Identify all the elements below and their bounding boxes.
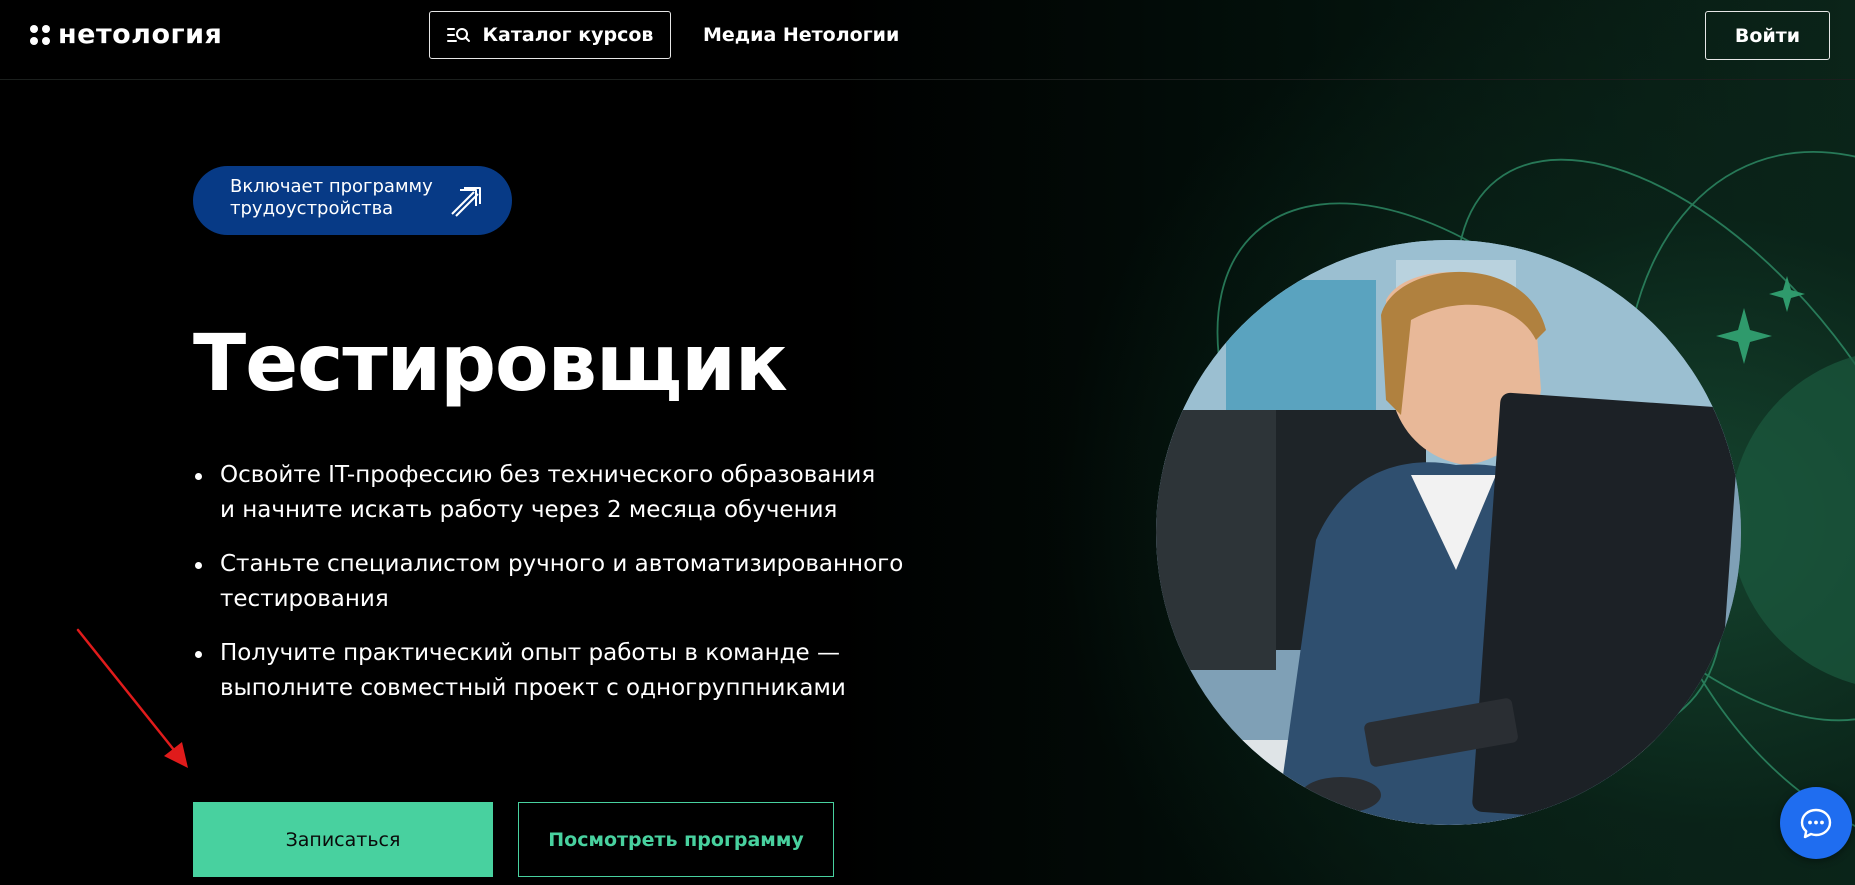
list-item: Освойте IT-профессию без технического об… [193, 458, 933, 528]
site-header: нетология Каталог курсов Медиа Нетологии… [0, 0, 1855, 80]
logo-text: нетология [58, 19, 223, 50]
bullet-text: Освойте IT-профессию без технического об… [220, 462, 876, 488]
login-button[interactable]: Войти [1705, 11, 1830, 60]
person-at-computer-illustration [1156, 240, 1741, 825]
catalog-button[interactable]: Каталог курсов [429, 11, 671, 59]
view-program-button[interactable]: Посмотреть программу [518, 802, 834, 877]
list-item: Станьте специалистом ручного и автоматиз… [193, 547, 933, 617]
page-title: Тестировщик [193, 319, 788, 409]
logo-icon [30, 25, 50, 45]
chat-widget-button[interactable] [1780, 787, 1852, 859]
bullet-text: и начните искать работу через 2 месяца о… [220, 497, 838, 523]
bullet-text: тестирования [220, 586, 389, 612]
hero-photo [1156, 240, 1741, 825]
bullet-text: Получите практический опыт работы в кома… [220, 640, 841, 666]
logo[interactable]: нетология [30, 20, 222, 50]
arrow-up-right-icon [451, 187, 481, 217]
bullet-text: Станьте специалистом ручного и автоматиз… [220, 551, 904, 577]
employment-program-badge[interactable]: Включает программу трудоустройства [193, 166, 512, 235]
media-link[interactable]: Медиа Нетологии [703, 11, 899, 59]
catalog-button-label: Каталог курсов [482, 24, 654, 46]
bullet-text: выполните совместный проект с одногруппн… [220, 675, 846, 701]
enroll-button[interactable]: Записаться [193, 802, 493, 877]
red-arrow-icon [76, 628, 188, 768]
chat-bubble-icon [1800, 808, 1832, 839]
sparkle-icon [1716, 276, 1805, 364]
catalog-search-icon [446, 28, 470, 42]
list-item: Получите практический опыт работы в кома… [193, 636, 933, 706]
benefits-list: Освойте IT-профессию без технического об… [193, 458, 933, 725]
